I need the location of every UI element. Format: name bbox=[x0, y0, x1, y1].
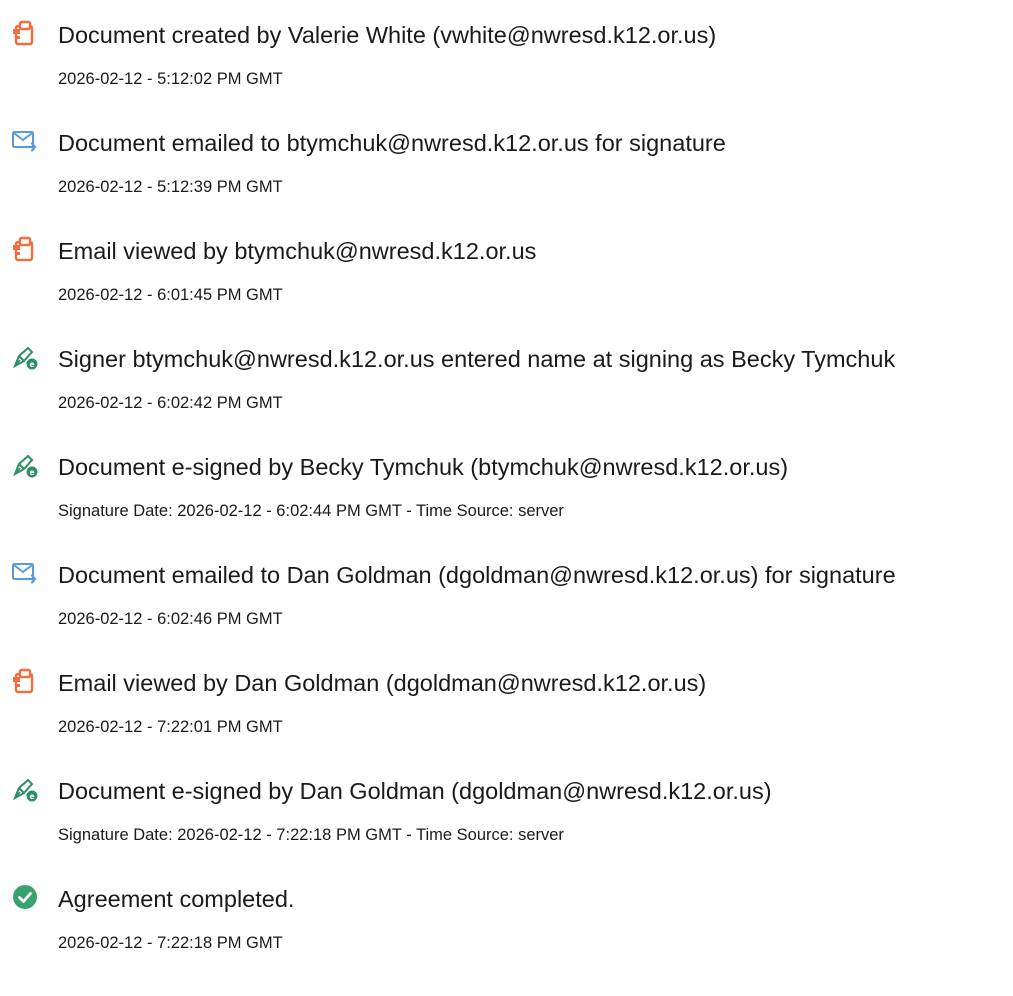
event-title: Document e-signed by Dan Goldman (dgoldm… bbox=[58, 778, 772, 804]
event-title: Document e-signed by Becky Tymchuk (btym… bbox=[58, 454, 789, 480]
esign-pen-icon: e bbox=[12, 776, 38, 802]
audit-event: e Document e-signed by Becky Tymchuk (bt… bbox=[0, 442, 1013, 532]
svg-text:e: e bbox=[29, 468, 34, 477]
event-timestamp: 2026-02-12 - 5:12:39 PM GMT bbox=[58, 178, 283, 196]
audit-event: Document emailed to btymchuk@nwresd.k12.… bbox=[0, 118, 1013, 208]
event-timestamp: Signature Date: 2026-02-12 - 7:22:18 PM … bbox=[58, 826, 564, 844]
esign-pen-icon: e bbox=[12, 452, 38, 478]
event-timestamp: 2026-02-12 - 6:02:42 PM GMT bbox=[58, 394, 283, 412]
document-viewed-icon bbox=[12, 236, 38, 262]
audit-event: e Document e-signed by Dan Goldman (dgol… bbox=[0, 766, 1013, 856]
event-title: Document emailed to Dan Goldman (dgoldma… bbox=[58, 562, 896, 588]
event-timestamp: 2026-02-12 - 7:22:01 PM GMT bbox=[58, 718, 283, 736]
event-title: Document emailed to btymchuk@nwresd.k12.… bbox=[58, 130, 726, 156]
audit-event: Agreement completed. 2026-02-12 - 7:22:1… bbox=[0, 874, 1013, 964]
document-viewed-icon bbox=[12, 668, 38, 694]
event-timestamp: Signature Date: 2026-02-12 - 6:02:44 PM … bbox=[58, 502, 564, 520]
audit-event: e Signer btymchuk@nwresd.k12.or.us enter… bbox=[0, 334, 1013, 424]
event-timestamp: 2026-02-12 - 6:01:45 PM GMT bbox=[58, 286, 283, 304]
event-timestamp: 2026-02-12 - 6:02:46 PM GMT bbox=[58, 610, 283, 628]
audit-event: Document emailed to Dan Goldman (dgoldma… bbox=[0, 550, 1013, 640]
email-sent-icon bbox=[12, 128, 38, 154]
email-sent-icon bbox=[12, 560, 38, 586]
event-timestamp: 2026-02-12 - 7:22:18 PM GMT bbox=[58, 934, 283, 952]
svg-text:e: e bbox=[29, 360, 34, 369]
audit-event: Email viewed by btymchuk@nwresd.k12.or.u… bbox=[0, 226, 1013, 316]
audit-event: Document created by Valerie White (vwhit… bbox=[0, 10, 1013, 100]
event-title: Signer btymchuk@nwresd.k12.or.us entered… bbox=[58, 346, 896, 372]
event-timestamp: 2026-02-12 - 5:12:02 PM GMT bbox=[58, 70, 283, 88]
svg-text:e: e bbox=[29, 792, 34, 801]
audit-event: Email viewed by Dan Goldman (dgoldman@nw… bbox=[0, 658, 1013, 748]
event-title: Email viewed by btymchuk@nwresd.k12.or.u… bbox=[58, 238, 537, 264]
esign-pen-icon: e bbox=[12, 344, 38, 370]
document-created-icon bbox=[12, 20, 38, 46]
event-title: Document created by Valerie White (vwhit… bbox=[58, 22, 717, 48]
event-title: Agreement completed. bbox=[58, 886, 295, 912]
event-title: Email viewed by Dan Goldman (dgoldman@nw… bbox=[58, 670, 707, 696]
checkmark-circle-icon bbox=[12, 884, 38, 910]
